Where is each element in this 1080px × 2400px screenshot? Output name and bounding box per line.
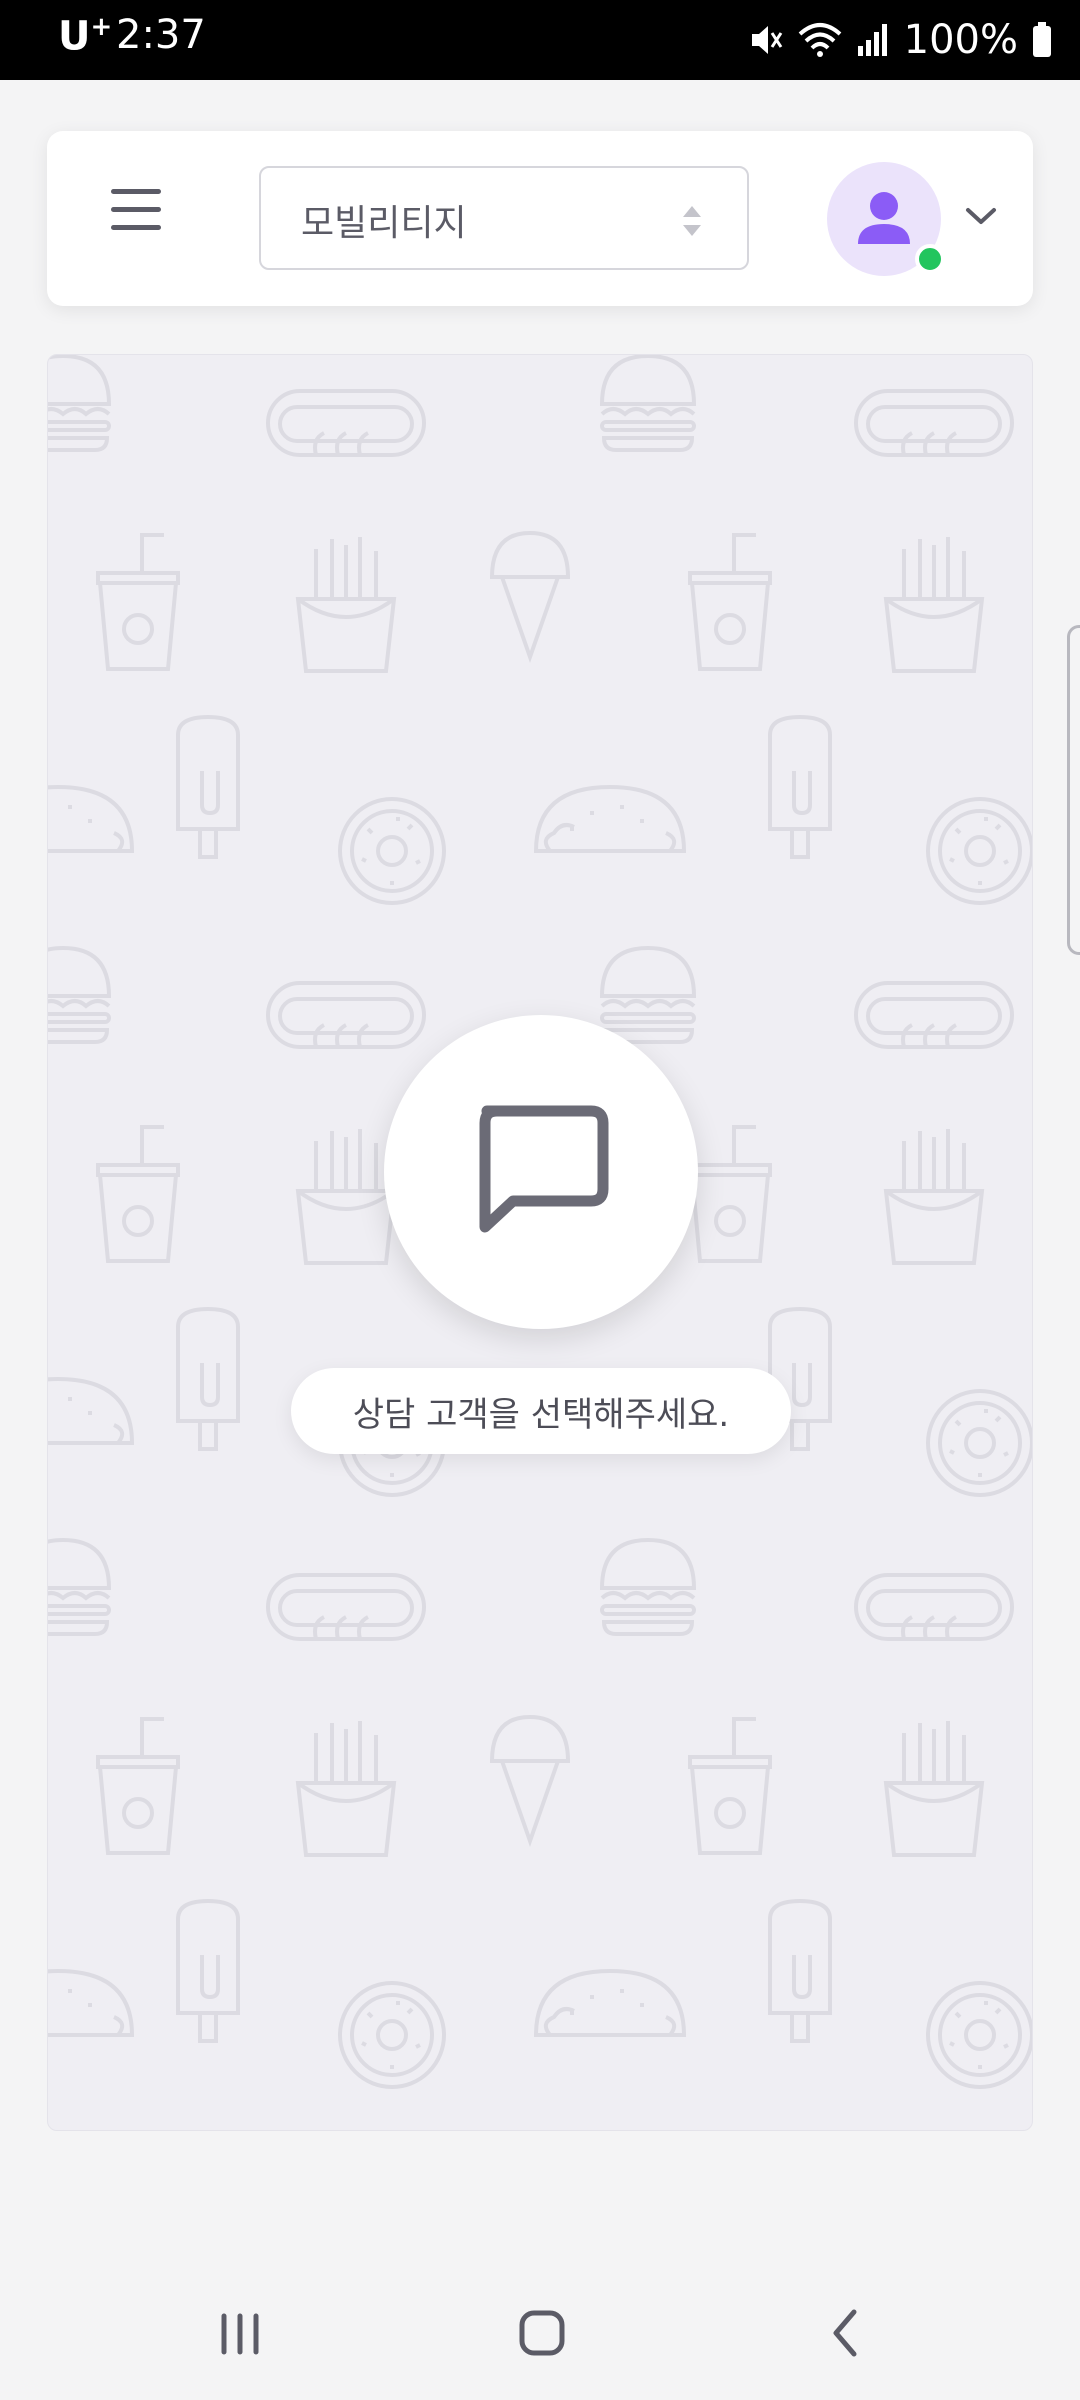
online-status-dot (915, 244, 945, 274)
hamburger-menu-icon[interactable] (105, 189, 181, 251)
status-time: 2:37 (116, 12, 206, 58)
workspace-select-value: 모빌리티지 (301, 203, 467, 244)
chat-area: 상담 고객을 선택해주세요. (47, 354, 1033, 2131)
home-icon[interactable] (502, 2302, 582, 2362)
empty-state-message: 상담 고객을 선택해주세요. (291, 1368, 791, 1454)
chevron-down-icon[interactable] (963, 203, 999, 229)
signal-icon (857, 24, 887, 56)
status-icons: 100% (748, 14, 1052, 66)
avatar[interactable] (827, 162, 945, 276)
battery-percent: 100% (903, 17, 1018, 63)
system-nav-bar (0, 2262, 1080, 2400)
wifi-icon (798, 23, 841, 57)
recent-apps-icon[interactable] (200, 2302, 280, 2362)
chat-bubble-icon (479, 1105, 609, 1233)
status-bar: U+ 2:37 100% (0, 0, 1080, 80)
carrier-label: U+ (58, 12, 113, 60)
battery-icon (1033, 22, 1051, 57)
workspace-select[interactable]: 모빌리티지 (259, 166, 749, 270)
empty-state-badge (384, 1015, 698, 1329)
back-icon[interactable] (806, 2302, 886, 2362)
app-header: 모빌리티지 (47, 131, 1033, 306)
sort-arrows-icon (683, 206, 701, 236)
edge-panel-handle[interactable] (1067, 625, 1080, 955)
mute-icon (751, 26, 782, 54)
